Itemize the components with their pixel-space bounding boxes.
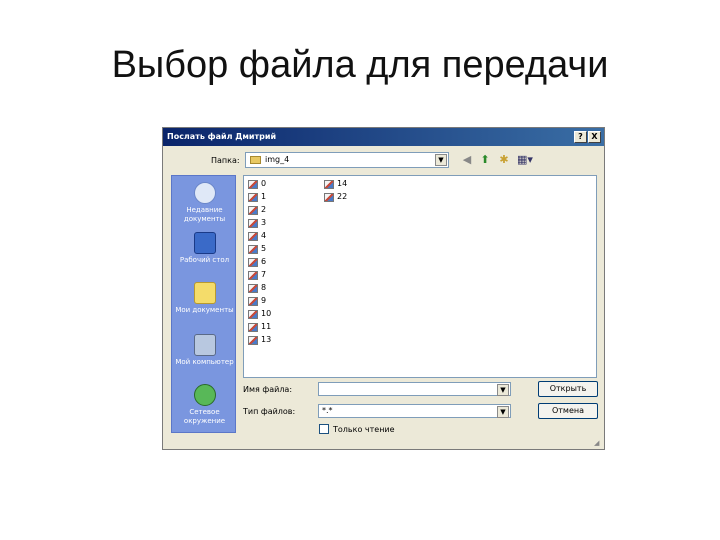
open-file-dialog: Послать файл Дмитрий ? X Папка: img_4 ▼ … bbox=[162, 127, 605, 450]
list-item[interactable]: 7 bbox=[246, 269, 266, 281]
place-label: Мой компьютер bbox=[175, 358, 234, 366]
chevron-down-icon[interactable]: ▼ bbox=[497, 406, 509, 418]
image-file-icon bbox=[248, 206, 258, 215]
image-file-icon bbox=[248, 258, 258, 267]
image-file-icon bbox=[248, 193, 258, 202]
image-file-icon bbox=[248, 219, 258, 228]
help-button[interactable]: ? bbox=[574, 131, 587, 143]
list-item[interactable]: 1 bbox=[246, 191, 266, 203]
list-item[interactable]: 8 bbox=[246, 282, 266, 294]
up-folder-icon[interactable]: ⬆ bbox=[478, 153, 492, 167]
list-item[interactable]: 22 bbox=[322, 191, 347, 203]
list-item[interactable]: 3 bbox=[246, 217, 266, 229]
place-recent[interactable]: Недавние документы bbox=[172, 182, 237, 224]
file-name-label: Имя файла: bbox=[243, 385, 293, 394]
cancel-button[interactable]: Отмена bbox=[538, 403, 598, 419]
list-item[interactable]: 0 bbox=[246, 178, 266, 190]
list-item[interactable]: 13 bbox=[246, 334, 271, 346]
list-item[interactable]: 11 bbox=[246, 321, 271, 333]
chevron-down-icon[interactable]: ▼ bbox=[497, 384, 509, 396]
place-label: Рабочий стол bbox=[179, 256, 230, 264]
list-item[interactable]: 2 bbox=[246, 204, 266, 216]
readonly-label: Только чтение bbox=[333, 425, 395, 434]
image-file-icon bbox=[248, 180, 258, 189]
image-file-icon bbox=[248, 271, 258, 280]
look-in-label: Папка: bbox=[211, 156, 240, 165]
place-label: Недавние документы bbox=[183, 206, 226, 223]
desktop-icon bbox=[193, 232, 216, 254]
readonly-checkbox[interactable] bbox=[319, 424, 329, 434]
image-file-icon bbox=[248, 245, 258, 254]
place-my-documents[interactable]: Мои документы bbox=[172, 282, 237, 315]
places-bar: Недавние документы Рабочий стол Мои доку… bbox=[171, 175, 236, 433]
my-documents-icon bbox=[193, 282, 216, 304]
list-item[interactable]: 5 bbox=[246, 243, 266, 255]
image-file-icon bbox=[248, 232, 258, 241]
chevron-down-icon[interactable]: ▼ bbox=[435, 154, 447, 166]
look-in-combo[interactable]: img_4 ▼ bbox=[245, 152, 449, 168]
list-item[interactable]: 10 bbox=[246, 308, 271, 320]
image-file-icon bbox=[248, 284, 258, 293]
image-file-icon bbox=[324, 193, 334, 202]
place-network[interactable]: Сетевое окружение bbox=[172, 384, 237, 426]
list-item[interactable]: 14 bbox=[322, 178, 347, 190]
open-button[interactable]: Открыть bbox=[538, 381, 598, 397]
list-item[interactable]: 6 bbox=[246, 256, 266, 268]
network-places-icon bbox=[193, 384, 216, 406]
place-label: Сетевое окружение bbox=[183, 408, 226, 425]
dialog-title: Послать файл Дмитрий bbox=[167, 132, 277, 141]
folder-icon bbox=[250, 156, 261, 164]
file-list[interactable]: 0 1 2 3 4 5 6 7 8 9 10 11 13 14 22 bbox=[243, 175, 597, 378]
back-icon[interactable]: ◀ bbox=[460, 153, 474, 167]
list-item[interactable]: 9 bbox=[246, 295, 266, 307]
list-item[interactable]: 4 bbox=[246, 230, 266, 242]
file-type-label: Тип файлов: bbox=[243, 407, 296, 416]
my-computer-icon bbox=[193, 334, 216, 356]
image-file-icon bbox=[248, 297, 258, 306]
file-name-input[interactable]: ▼ bbox=[318, 382, 511, 396]
slide-title: Выбор файла для передачи bbox=[111, 44, 609, 86]
resize-grip-icon[interactable]: ◢ bbox=[594, 439, 602, 447]
new-folder-icon[interactable]: ✱ bbox=[497, 153, 511, 167]
image-file-icon bbox=[248, 310, 258, 319]
place-my-computer[interactable]: Мой компьютер bbox=[172, 334, 237, 367]
dialog-titlebar[interactable]: Послать файл Дмитрий ? X bbox=[163, 128, 604, 146]
file-type-select[interactable]: *.* ▼ bbox=[318, 404, 511, 418]
image-file-icon bbox=[324, 180, 334, 189]
image-file-icon bbox=[248, 323, 258, 332]
look-in-value: img_4 bbox=[265, 155, 290, 164]
place-desktop[interactable]: Рабочий стол bbox=[172, 232, 237, 265]
recent-documents-icon bbox=[193, 182, 216, 204]
image-file-icon bbox=[248, 336, 258, 345]
view-menu-icon[interactable]: ▦▾ bbox=[515, 153, 535, 167]
close-button[interactable]: X bbox=[588, 131, 601, 143]
place-label: Мои документы bbox=[175, 306, 234, 314]
